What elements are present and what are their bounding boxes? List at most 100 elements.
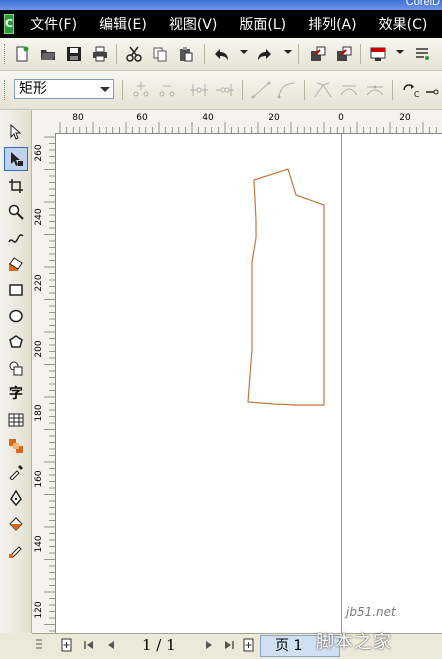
garment-pattern-shape[interactable] xyxy=(247,168,325,406)
last-page-icon xyxy=(225,641,234,649)
launcher-dropdown-arrow[interactable] xyxy=(396,50,404,54)
save-disk-icon xyxy=(67,47,81,61)
convert-to-line-icon[interactable] xyxy=(250,80,272,100)
menu-bar: C 文件(F) 编辑(E) 视图(V) 版面(L) 排列(A) 效果(C) xyxy=(0,10,442,38)
scissors-icon xyxy=(126,46,142,62)
drawing-canvas[interactable] xyxy=(56,134,442,633)
toolbar-grip[interactable] xyxy=(4,80,8,100)
crop-tool[interactable] xyxy=(4,174,28,198)
eyedropper-icon xyxy=(9,465,23,480)
reverse-direction-icon[interactable]: C xyxy=(400,80,422,100)
convert-to-curve-icon[interactable] xyxy=(276,80,298,100)
smart-fill-icon xyxy=(9,257,23,271)
toolbar-grip[interactable] xyxy=(4,44,8,64)
redo-dropdown-arrow[interactable] xyxy=(284,50,292,54)
copy-icon xyxy=(153,47,167,62)
undo-button[interactable] xyxy=(212,44,232,64)
cusp-node-icon[interactable] xyxy=(312,80,334,100)
horizontal-ruler[interactable]: 80 60 40 20 0 20 xyxy=(32,110,442,134)
fill-tool[interactable] xyxy=(4,512,28,536)
interactive-blend-tool[interactable] xyxy=(4,434,28,458)
interactive-fill-icon xyxy=(9,546,22,558)
toolbar-separator xyxy=(116,44,117,64)
new-document-icon xyxy=(16,46,29,62)
extend-curve-icon[interactable] xyxy=(424,80,442,100)
property-bar: 矩形 C xyxy=(0,71,442,110)
page-counter: 1 / 1 xyxy=(142,636,176,654)
shape-tool[interactable] xyxy=(4,147,28,171)
toolbar-separator xyxy=(298,44,299,64)
toolbar-separator xyxy=(304,80,305,100)
undo-dropdown-arrow[interactable] xyxy=(240,50,248,54)
polygon-tool[interactable] xyxy=(4,330,28,354)
menu-edit[interactable]: 编辑(E) xyxy=(99,14,147,34)
object-type-select[interactable]: 矩形 xyxy=(14,79,114,99)
new-document-button[interactable] xyxy=(12,44,32,64)
first-page-button[interactable] xyxy=(82,638,96,652)
menu-arrange[interactable]: 排列(A) xyxy=(308,14,357,34)
arrow-pointer-icon xyxy=(10,124,22,140)
break-curve-icon[interactable] xyxy=(214,80,236,100)
open-button[interactable] xyxy=(38,44,58,64)
basic-shapes-tool[interactable] xyxy=(4,356,28,380)
add-page-before-button[interactable] xyxy=(60,638,74,652)
menu-effects[interactable]: 效果(C) xyxy=(379,14,428,34)
eyedropper-tool[interactable] xyxy=(4,460,28,484)
toolbar-separator xyxy=(392,80,393,100)
toolbar-separator xyxy=(242,80,243,100)
delete-node-icon[interactable] xyxy=(156,80,178,100)
window-title-bar: CorelD xyxy=(0,0,442,10)
application-launcher-button[interactable] xyxy=(368,44,388,64)
save-button[interactable] xyxy=(64,44,84,64)
paste-button[interactable] xyxy=(176,44,196,64)
menu-file[interactable]: 文件(F) xyxy=(30,14,77,34)
welcome-screen-button[interactable] xyxy=(412,44,432,64)
ruler-label: 180 xyxy=(34,404,44,421)
rectangle-tool[interactable] xyxy=(4,278,28,302)
zoom-tool[interactable] xyxy=(4,200,28,224)
ruler-label: 160 xyxy=(34,470,44,487)
add-page-icon xyxy=(243,638,254,652)
pick-tool[interactable] xyxy=(4,120,28,144)
menu-view[interactable]: 视图(V) xyxy=(169,14,218,34)
ellipse-tool[interactable] xyxy=(4,304,28,328)
add-page-icon xyxy=(61,638,72,652)
add-node-icon[interactable] xyxy=(130,80,152,100)
ruler-label: 200 xyxy=(34,340,44,357)
ruler-label: 220 xyxy=(34,274,44,291)
table-tool[interactable] xyxy=(4,408,28,432)
previous-page-button[interactable] xyxy=(104,638,118,652)
copy-button[interactable] xyxy=(150,44,170,64)
export-button[interactable] xyxy=(334,44,354,64)
app-icon[interactable]: C xyxy=(4,14,15,34)
import-button[interactable] xyxy=(308,44,328,64)
rectangle-icon xyxy=(9,284,23,296)
next-page-icon xyxy=(206,641,212,649)
menu-layout[interactable]: 版面(L) xyxy=(239,14,286,34)
cut-button[interactable] xyxy=(124,44,144,64)
blend-icon xyxy=(9,439,23,453)
smart-fill-tool[interactable] xyxy=(4,252,28,276)
add-page-after-button[interactable] xyxy=(242,638,256,652)
print-button[interactable] xyxy=(90,44,110,64)
freehand-tool[interactable] xyxy=(4,226,28,250)
zoom-corner-icon xyxy=(36,639,42,649)
vertical-guideline[interactable] xyxy=(341,134,342,633)
join-nodes-icon[interactable] xyxy=(188,80,210,100)
text-tool[interactable]: 字 xyxy=(4,381,28,405)
ruler-label: 0 xyxy=(338,113,344,123)
ruler-label: 20 xyxy=(399,113,411,123)
next-page-button[interactable] xyxy=(202,638,216,652)
smooth-node-icon[interactable] xyxy=(338,80,360,100)
redo-button[interactable] xyxy=(254,44,274,64)
last-page-button[interactable] xyxy=(222,638,236,652)
symmetrical-node-icon[interactable] xyxy=(364,80,386,100)
outline-tool[interactable] xyxy=(4,486,28,510)
horizontal-ruler-ticks: 80 60 40 20 0 20 xyxy=(59,113,437,133)
first-page-icon xyxy=(84,641,93,649)
export-icon xyxy=(337,46,352,61)
open-folder-icon xyxy=(41,50,55,60)
interactive-fill-tool[interactable] xyxy=(4,538,28,562)
vertical-ruler[interactable]: 260 240 220 200 180 160 140 120 xyxy=(32,133,56,633)
magnifier-icon xyxy=(8,204,24,220)
